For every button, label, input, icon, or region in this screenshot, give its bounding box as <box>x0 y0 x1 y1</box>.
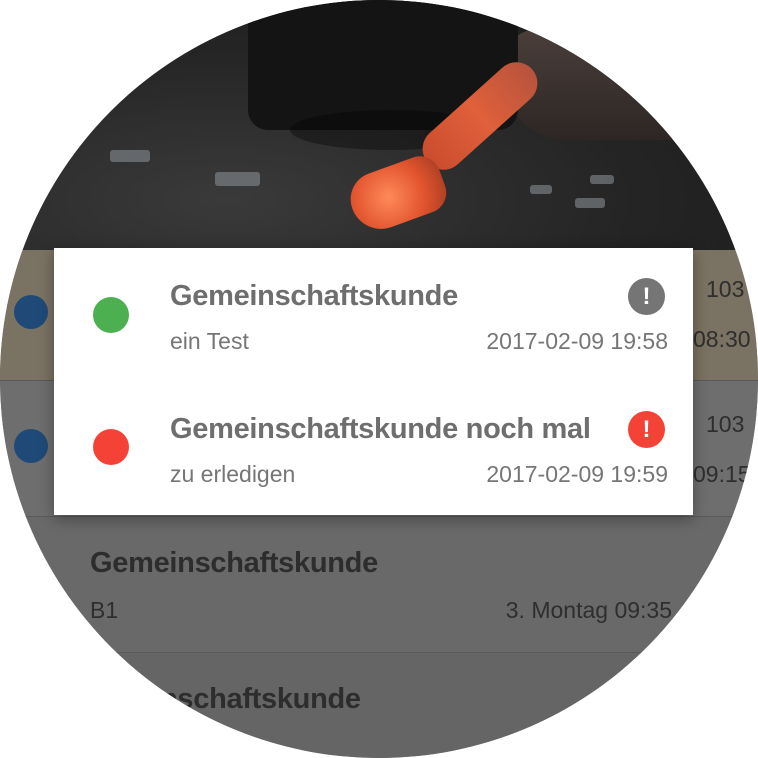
dialog-item[interactable]: Gemeinschaftskunde noch mal ! zu erledig… <box>54 382 693 516</box>
reminder-dialog: Gemeinschaftskunde ! ein Test 2017-02-09… <box>54 248 693 515</box>
item-subtitle: zu erledigen <box>170 461 296 487</box>
flake <box>110 150 150 162</box>
header-photo <box>0 0 758 250</box>
list-item-subtitle: B1 <box>90 597 119 623</box>
item-subtitle: ein Test <box>170 328 249 354</box>
exclamation-icon: ! <box>628 278 665 315</box>
flake <box>590 175 614 184</box>
item-timestamp: 2017-02-09 19:58 <box>486 328 668 354</box>
list-item-title: nschaftskunde <box>160 683 361 715</box>
room-label: 103 <box>706 276 745 302</box>
dialog-item[interactable]: Gemeinschaftskunde ! ein Test 2017-02-09… <box>54 248 693 382</box>
time-label: 09:15 <box>693 461 751 487</box>
list-item[interactable]: Gemeinschaftskunde B1 3. Montag 09:35 <box>0 517 758 653</box>
status-dot <box>93 429 129 465</box>
room-label: 103 <box>706 411 745 437</box>
item-timestamp: 2017-02-09 19:59 <box>486 461 668 487</box>
flake <box>575 198 605 208</box>
item-title: Gemeinschaftskunde noch mal <box>170 413 591 445</box>
hot-metal-tip <box>342 150 453 238</box>
exclamation-icon: ! <box>628 411 665 448</box>
item-title: Gemeinschaftskunde <box>170 280 458 312</box>
status-dot <box>14 429 48 463</box>
anvil-shape <box>505 30 758 140</box>
list-item-time: 3. Montag 09:35 <box>505 597 672 623</box>
watch-screen: 103 08:30 103 09:15 Gemeinschaftskunde B… <box>0 0 758 758</box>
flake <box>530 185 552 194</box>
status-dot <box>14 295 48 329</box>
flake <box>215 172 260 186</box>
status-dot <box>93 297 129 333</box>
list-item[interactable]: nschaftskunde <box>0 653 758 758</box>
list-item-title: Gemeinschaftskunde <box>90 547 378 579</box>
time-label: 08:30 <box>693 326 751 352</box>
